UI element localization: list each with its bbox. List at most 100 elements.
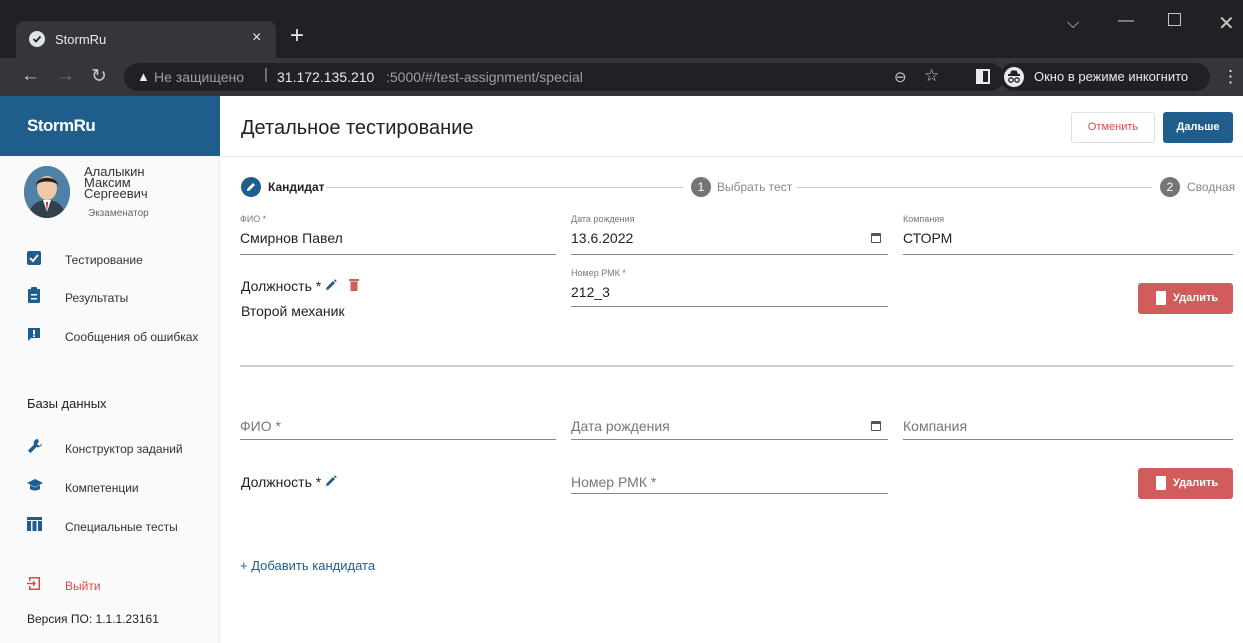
birth-date-label: Дата рождения xyxy=(571,214,635,224)
incognito-icon xyxy=(1004,67,1024,87)
sidebar-item-label: Тестирование xyxy=(65,253,143,267)
delete-candidate-button[interactable]: Удалить xyxy=(1138,283,1233,314)
sidebar-item-label: Конструктор заданий xyxy=(65,442,183,456)
step-number-2[interactable]: 2 xyxy=(1160,177,1180,197)
birth-date-value: 13.6.2022 xyxy=(571,230,634,246)
logout-label: Выйти xyxy=(65,579,101,593)
fio-label: ФИО * xyxy=(240,214,267,224)
trash-icon xyxy=(1156,476,1166,490)
cancel-button[interactable]: Отменить xyxy=(1071,112,1155,143)
company-placeholder: Компания xyxy=(903,418,968,434)
kebab-menu-icon[interactable]: ⋮ xyxy=(1222,67,1239,87)
sidebar-item-task-builder[interactable]: Конструктор заданий xyxy=(0,436,219,460)
clipboard-icon xyxy=(27,287,41,303)
check-circle-icon xyxy=(29,31,45,47)
sidebar-item-competencies[interactable]: Компетенции xyxy=(0,475,219,499)
birth-date-field-empty[interactable]: Дата рождения xyxy=(571,414,888,440)
logout-icon xyxy=(27,576,41,590)
zoom-icon[interactable]: ⊖ xyxy=(894,68,907,86)
wrench-icon xyxy=(27,438,42,453)
close-window-icon[interactable]: ✕ xyxy=(1218,11,1235,36)
add-candidate-link[interactable]: + Добавить кандидата xyxy=(240,558,375,573)
url-path[interactable]: :5000/#/test-assignment/special xyxy=(386,69,583,85)
field-underline xyxy=(571,306,888,307)
sidebar-item-results[interactable]: Результаты xyxy=(0,285,219,309)
step-candidate-label[interactable]: Кандидат xyxy=(268,180,325,194)
browser-toolbar: ← → ↻ ▲ Не защищено | 31.172.135.210 :50… xyxy=(0,58,1243,96)
field-underline xyxy=(571,254,888,255)
back-arrow-icon[interactable]: ← xyxy=(21,65,40,87)
sidebar-item-label: Компетенции xyxy=(65,481,139,495)
edit-position-icon[interactable] xyxy=(324,278,338,297)
rmk-number-field[interactable]: Номер РМК * 212_3 xyxy=(571,268,888,308)
page-title: Детальное тестирование xyxy=(241,117,474,139)
close-icon[interactable]: × xyxy=(252,29,261,47)
brand-logo[interactable]: StormRu xyxy=(27,116,96,136)
url-host[interactable]: 31.172.135.210 xyxy=(277,69,374,85)
sidebar-item-label: Специальные тесты xyxy=(65,520,178,534)
checkbox-icon xyxy=(27,251,41,265)
sidebar-item-label: Результаты xyxy=(65,291,129,305)
url-separator: | xyxy=(264,66,268,83)
incognito-indicator[interactable]: Окно в режиме инкогнито xyxy=(1000,63,1210,91)
rmk-number-field-empty[interactable]: Номер РМК * xyxy=(571,470,888,494)
step-connector xyxy=(326,187,683,188)
graduation-cap-icon xyxy=(27,479,43,493)
incognito-label: Окно в режиме инкогнито xyxy=(1034,69,1189,84)
position-label: Должность * xyxy=(241,278,322,294)
step-number-1[interactable]: 1 xyxy=(691,177,711,197)
field-underline xyxy=(903,254,1233,255)
calendar-icon[interactable] xyxy=(871,233,881,243)
sidebar-item-error-reports[interactable]: Сообщения об ошибках xyxy=(0,324,219,348)
browser-tab[interactable]: StormRu × xyxy=(16,21,276,58)
sidebar-header: StormRu xyxy=(0,96,220,156)
candidate-divider xyxy=(240,365,1233,367)
step-select-test-label[interactable]: Выбрать тест xyxy=(717,180,792,194)
fio-field[interactable]: ФИО * Смирнов Павел xyxy=(240,214,556,255)
feedback-icon xyxy=(27,327,41,341)
rmk-label: Номер РМК * xyxy=(571,268,626,278)
position-label: Должность * xyxy=(241,474,322,490)
rmk-placeholder: Номер РМК * xyxy=(571,474,657,490)
step-connector xyxy=(797,187,1152,188)
minimize-icon[interactable]: — xyxy=(1118,12,1134,30)
next-button[interactable]: Дальше xyxy=(1163,112,1233,143)
plus-icon[interactable]: + xyxy=(290,24,304,48)
address-bar[interactable]: ▲ Не защищено | 31.172.135.210 :5000/#/t… xyxy=(124,63,1004,91)
delete-position-icon[interactable] xyxy=(348,278,360,297)
rmk-value: 212_3 xyxy=(571,284,610,300)
side-panel-icon[interactable] xyxy=(976,69,990,84)
field-underline xyxy=(240,254,556,255)
pencil-icon[interactable] xyxy=(241,177,261,197)
birth-date-placeholder: Дата рождения xyxy=(571,418,670,434)
user-role: Экзаменатор xyxy=(88,208,149,219)
forward-arrow-icon[interactable]: → xyxy=(56,65,75,87)
star-icon[interactable]: ☆ xyxy=(924,66,939,86)
not-secure-label[interactable]: Не защищено xyxy=(154,69,244,85)
birth-date-field[interactable]: Дата рождения 13.6.2022 xyxy=(571,214,888,255)
fio-field-empty[interactable]: ФИО * xyxy=(240,414,556,440)
company-field-empty[interactable]: Компания xyxy=(903,414,1233,440)
delete-candidate-button[interactable]: Удалить xyxy=(1138,468,1233,499)
company-field[interactable]: Компания СТОРМ xyxy=(903,214,1233,255)
avatar xyxy=(24,166,70,218)
browser-tab-bar: StormRu × + ⌵ — ✕ xyxy=(0,0,1243,58)
reload-icon[interactable]: ↻ xyxy=(91,65,107,88)
field-underline xyxy=(240,439,556,440)
position-value: Второй механик xyxy=(241,303,345,319)
field-underline xyxy=(903,439,1233,440)
trash-icon xyxy=(1156,291,1166,305)
field-underline xyxy=(571,493,888,494)
sidebar-item-special-tests[interactable]: Специальные тесты xyxy=(0,514,219,538)
company-label: Компания xyxy=(903,214,945,224)
delete-label: Удалить xyxy=(1173,292,1219,304)
calendar-icon[interactable] xyxy=(871,421,881,431)
step-summary-label[interactable]: Сводная xyxy=(1187,180,1235,194)
fio-value: Смирнов Павел xyxy=(240,230,343,246)
sidebar-item-testing[interactable]: Тестирование xyxy=(0,246,219,270)
maximize-icon[interactable] xyxy=(1168,13,1181,26)
edit-position-icon[interactable] xyxy=(324,474,338,493)
sidebar-item-logout[interactable]: Выйти xyxy=(0,573,219,597)
chevron-down-icon[interactable]: ⌵ xyxy=(1067,15,1079,33)
warning-icon[interactable]: ▲ xyxy=(137,69,150,84)
